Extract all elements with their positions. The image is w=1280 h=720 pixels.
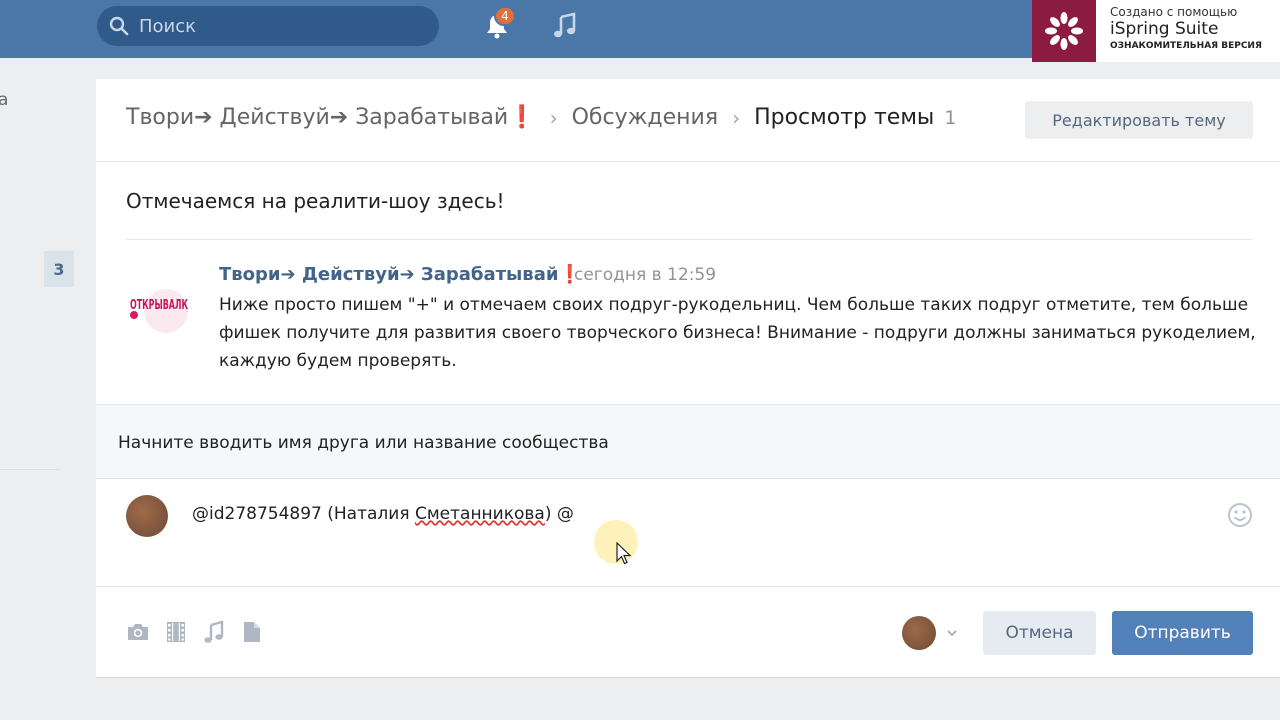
cancel-button[interactable]: Отмена [983, 611, 1096, 655]
search-placeholder: Поиск [139, 15, 197, 37]
notifications-badge: 4 [494, 6, 516, 26]
ispring-logo-icon [1032, 0, 1096, 62]
left-divider [0, 469, 60, 470]
breadcrumb-chevron-icon: › [549, 105, 558, 130]
breadcrumb-current: Просмотр темы [754, 105, 935, 130]
mouse-cursor-icon [616, 542, 632, 565]
post-time-link[interactable]: сегодня в 12:59 [574, 265, 716, 285]
comment-input[interactable]: @id278754897 (Наталия Сметанникова) @ [192, 504, 574, 524]
send-button[interactable]: Отправить [1112, 611, 1253, 655]
divider [96, 586, 1280, 587]
topic-title: Отмечаемся на реалити-шоу здесь! [126, 189, 505, 213]
watermark-line1: Создано с помощью [1110, 5, 1238, 19]
music-icon[interactable] [552, 12, 578, 40]
group-avatar[interactable]: ОТКРЫВАЛК [126, 285, 192, 337]
left-menu-partial-text: а [0, 90, 9, 110]
ispring-watermark: Создано с помощью iSpring Suite ОЗНАКОМИ… [1032, 0, 1280, 62]
topic-card: Твори➔ Действуй➔ Зарабатывай❗ › Обсужден… [96, 79, 1280, 677]
audio-icon[interactable] [202, 620, 226, 644]
left-counter-badge[interactable]: 3 [44, 251, 74, 287]
emoji-smile-icon[interactable] [1227, 502, 1253, 528]
current-user-avatar[interactable] [126, 495, 168, 537]
post-author-link[interactable]: Твори➔ Действуй➔ Зарабатывай❗ [219, 264, 581, 285]
breadcrumb-group-link[interactable]: Твори➔ Действуй➔ Зарабатывай❗ [126, 105, 536, 130]
group-avatar-text: ОТКРЫВАЛК [130, 298, 188, 313]
comment-text-prefix: @id278754897 (Наталия [192, 504, 415, 524]
comment-text-suffix: ) @ [544, 504, 574, 524]
divider [126, 239, 1252, 240]
document-icon[interactable] [240, 620, 264, 644]
video-icon[interactable] [164, 620, 188, 644]
breadcrumb-chevron-icon: › [732, 105, 741, 130]
camera-icon[interactable] [126, 620, 150, 644]
watermark-line3: ОЗНАКОМИТЕЛЬНАЯ ВЕРСИЯ [1110, 41, 1262, 51]
attachment-toolbar [126, 620, 264, 644]
breadcrumb: Твори➔ Действуй➔ Зарабатывай❗ › Обсужден… [126, 105, 956, 130]
breadcrumb-discussions-link[interactable]: Обсуждения [572, 105, 718, 130]
post-text: Ниже просто пишем "+" и отмечаем своих п… [219, 295, 1256, 371]
search-input[interactable]: Поиск [97, 6, 439, 46]
post-as-avatar[interactable] [902, 616, 936, 650]
mention-hint: Начните вводить имя друга или название с… [118, 433, 609, 453]
comment-text-misspelled: Сметанникова [414, 504, 545, 524]
mention-suggest-box: Начните вводить имя друга или название с… [96, 404, 1280, 479]
watermark-line2: iSpring Suite [1110, 19, 1219, 39]
divider [96, 161, 1280, 162]
search-icon [109, 16, 129, 36]
breadcrumb-count: 1 [944, 106, 957, 129]
chevron-down-icon[interactable] [946, 627, 958, 639]
edit-topic-button[interactable]: Редактировать тему [1025, 101, 1253, 139]
